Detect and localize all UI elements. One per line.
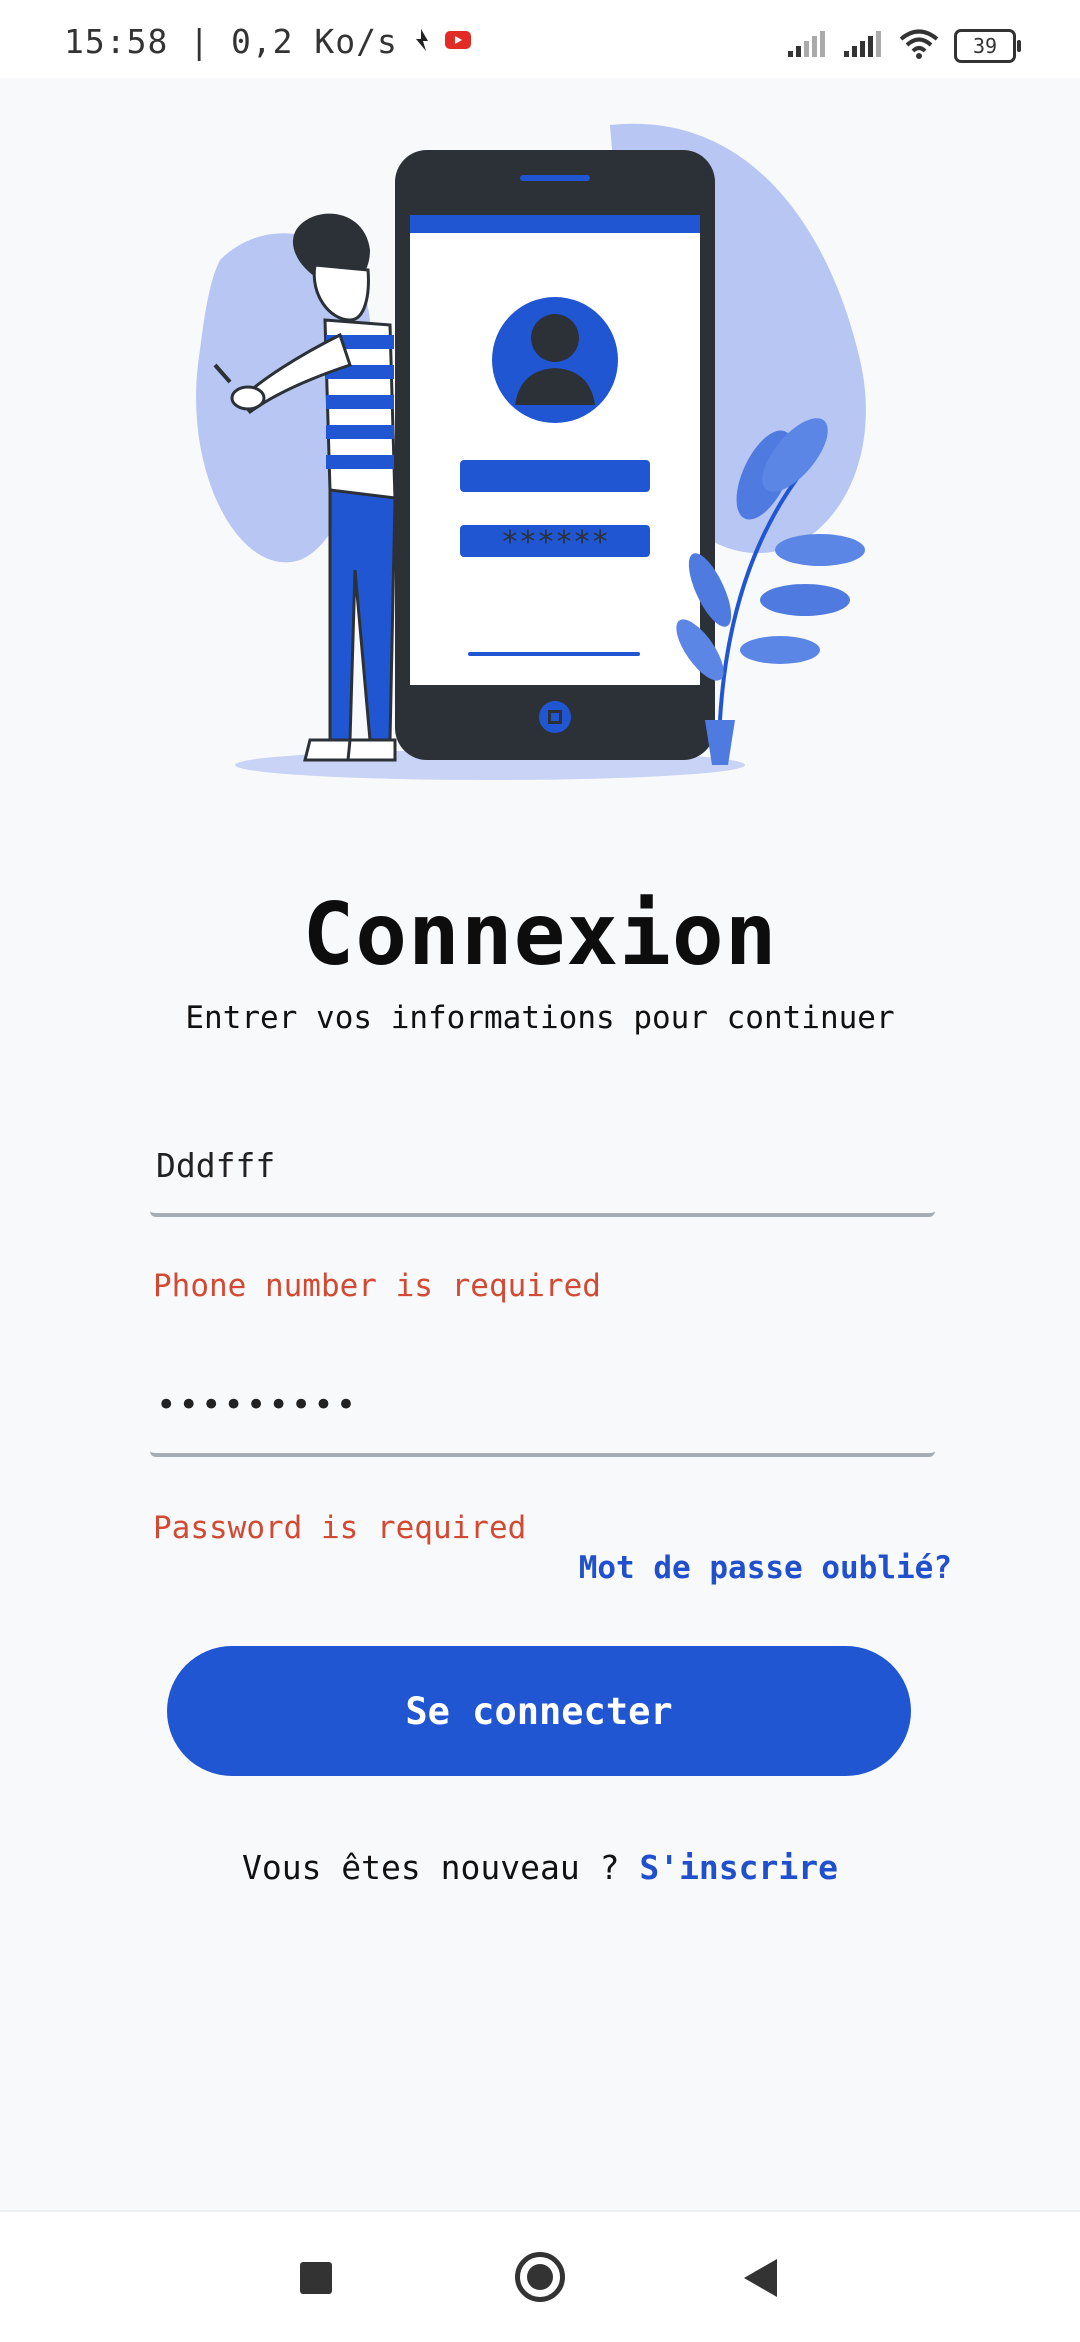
page-subtitle: Entrer vos informations pour continuer (185, 1000, 895, 1036)
login-illustration: ****** (190, 120, 890, 790)
signup-prompt: Vous êtes nouveau ? (241, 1848, 640, 1887)
illustration-password-mask: ****** (501, 525, 609, 560)
page-title: Connexion (302, 885, 778, 985)
status-bar: 15:58 | 0,2 Ko/s 39 (0, 0, 1080, 78)
recents-icon[interactable] (300, 2262, 332, 2294)
status-time: 15:58 | 0,2 Ko/s (64, 22, 398, 61)
signal-icon (842, 29, 884, 63)
password-field[interactable] (150, 1357, 935, 1457)
back-icon[interactable] (744, 2259, 777, 2297)
forgot-password-link[interactable]: Mot de passe oublié? (579, 1550, 952, 1586)
battery-icon: 39 (954, 29, 1021, 63)
login-button[interactable]: Se connecter (167, 1646, 911, 1776)
phone-input[interactable] (150, 1117, 935, 1217)
phone-field[interactable] (150, 1117, 935, 1217)
wifi-icon (898, 28, 940, 64)
password-error: Password is required (153, 1510, 527, 1546)
battery-level: 39 (972, 34, 998, 58)
home-icon[interactable] (515, 2252, 565, 2302)
navigation-bar (0, 2210, 1080, 2342)
notification-icon (408, 27, 434, 57)
status-left: 15:58 | 0,2 Ko/s (64, 22, 472, 61)
phone-error: Phone number is required (153, 1268, 601, 1304)
signup-row: Vous êtes nouveau ? S'inscrire (0, 1848, 1080, 1887)
youtube-icon (444, 29, 472, 55)
password-input[interactable] (150, 1357, 935, 1457)
status-right: 39 (786, 28, 1021, 64)
signup-link[interactable]: S'inscrire (639, 1848, 838, 1887)
signal-icon (786, 29, 828, 63)
